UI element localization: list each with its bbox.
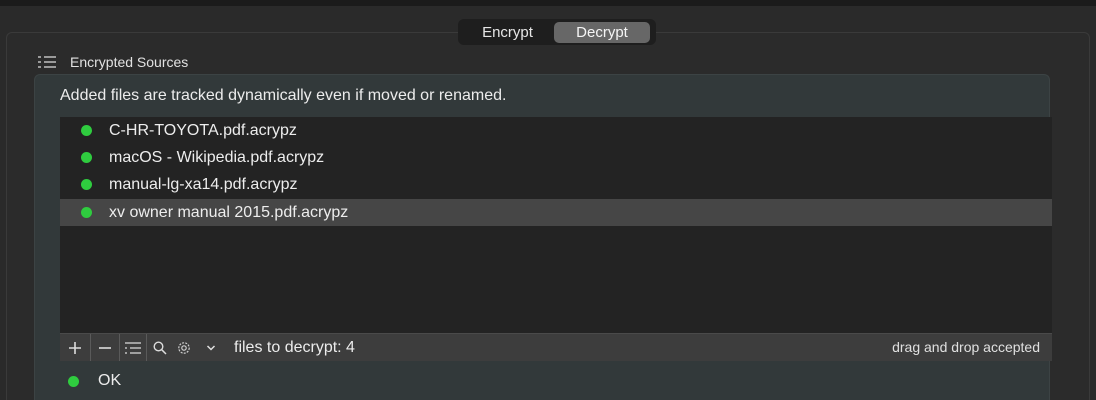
search-button[interactable] [147, 334, 172, 361]
section-title: Encrypted Sources [70, 54, 189, 70]
file-list[interactable]: C-HR-TOYOTA.pdf.acrypz macOS - Wikipedia… [60, 117, 1052, 333]
status-dot-icon [81, 179, 92, 190]
list-item[interactable]: manual-lg-xa14.pdf.acrypz [60, 171, 1052, 198]
plus-icon [69, 341, 81, 354]
list-item[interactable]: macOS - Wikipedia.pdf.acrypz [60, 144, 1052, 171]
status-text: OK [98, 372, 122, 389]
app-window: Encrypt Decrypt Encrypted Sources Added … [0, 0, 1096, 400]
section-header: Encrypted Sources [38, 52, 188, 72]
list-toolbar: files to decrypt: 4 drag and drop accept… [60, 333, 1052, 361]
tab-decrypt[interactable]: Decrypt [554, 21, 650, 43]
files-count-label: files to decrypt: 4 [234, 338, 355, 356]
settings-menu-button[interactable] [172, 334, 222, 361]
list-icon [125, 341, 141, 354]
file-name: macOS - Wikipedia.pdf.acrypz [109, 148, 325, 166]
title-strip [0, 0, 1096, 6]
remove-file-button[interactable] [91, 334, 120, 361]
mode-segmented-control: Encrypt Decrypt [458, 19, 656, 45]
file-name: manual-lg-xa14.pdf.acrypz [109, 175, 298, 193]
list-item[interactable]: C-HR-TOYOTA.pdf.acrypz [60, 117, 1052, 144]
status-ok-icon [68, 375, 79, 387]
info-text: Added files are tracked dynamically even… [60, 87, 507, 104]
gear-icon [178, 341, 190, 354]
file-name: xv owner manual 2015.pdf.acrypz [109, 203, 349, 221]
list-view-button[interactable] [120, 334, 147, 361]
tab-encrypt[interactable]: Encrypt [461, 22, 554, 43]
status-dot-icon [81, 125, 92, 136]
drag-drop-hint: drag and drop accepted [892, 339, 1040, 355]
add-file-button[interactable] [60, 334, 91, 361]
list-item-selected[interactable]: xv owner manual 2015.pdf.acrypz [60, 199, 1052, 226]
status-dot-icon [81, 152, 92, 163]
minus-icon [99, 346, 111, 349]
file-name: C-HR-TOYOTA.pdf.acrypz [109, 121, 297, 139]
status-indicator: OK [68, 372, 121, 390]
chevron-down-icon [206, 344, 216, 351]
search-icon [152, 340, 167, 355]
status-dot-icon [81, 207, 92, 218]
list-icon [38, 55, 56, 69]
